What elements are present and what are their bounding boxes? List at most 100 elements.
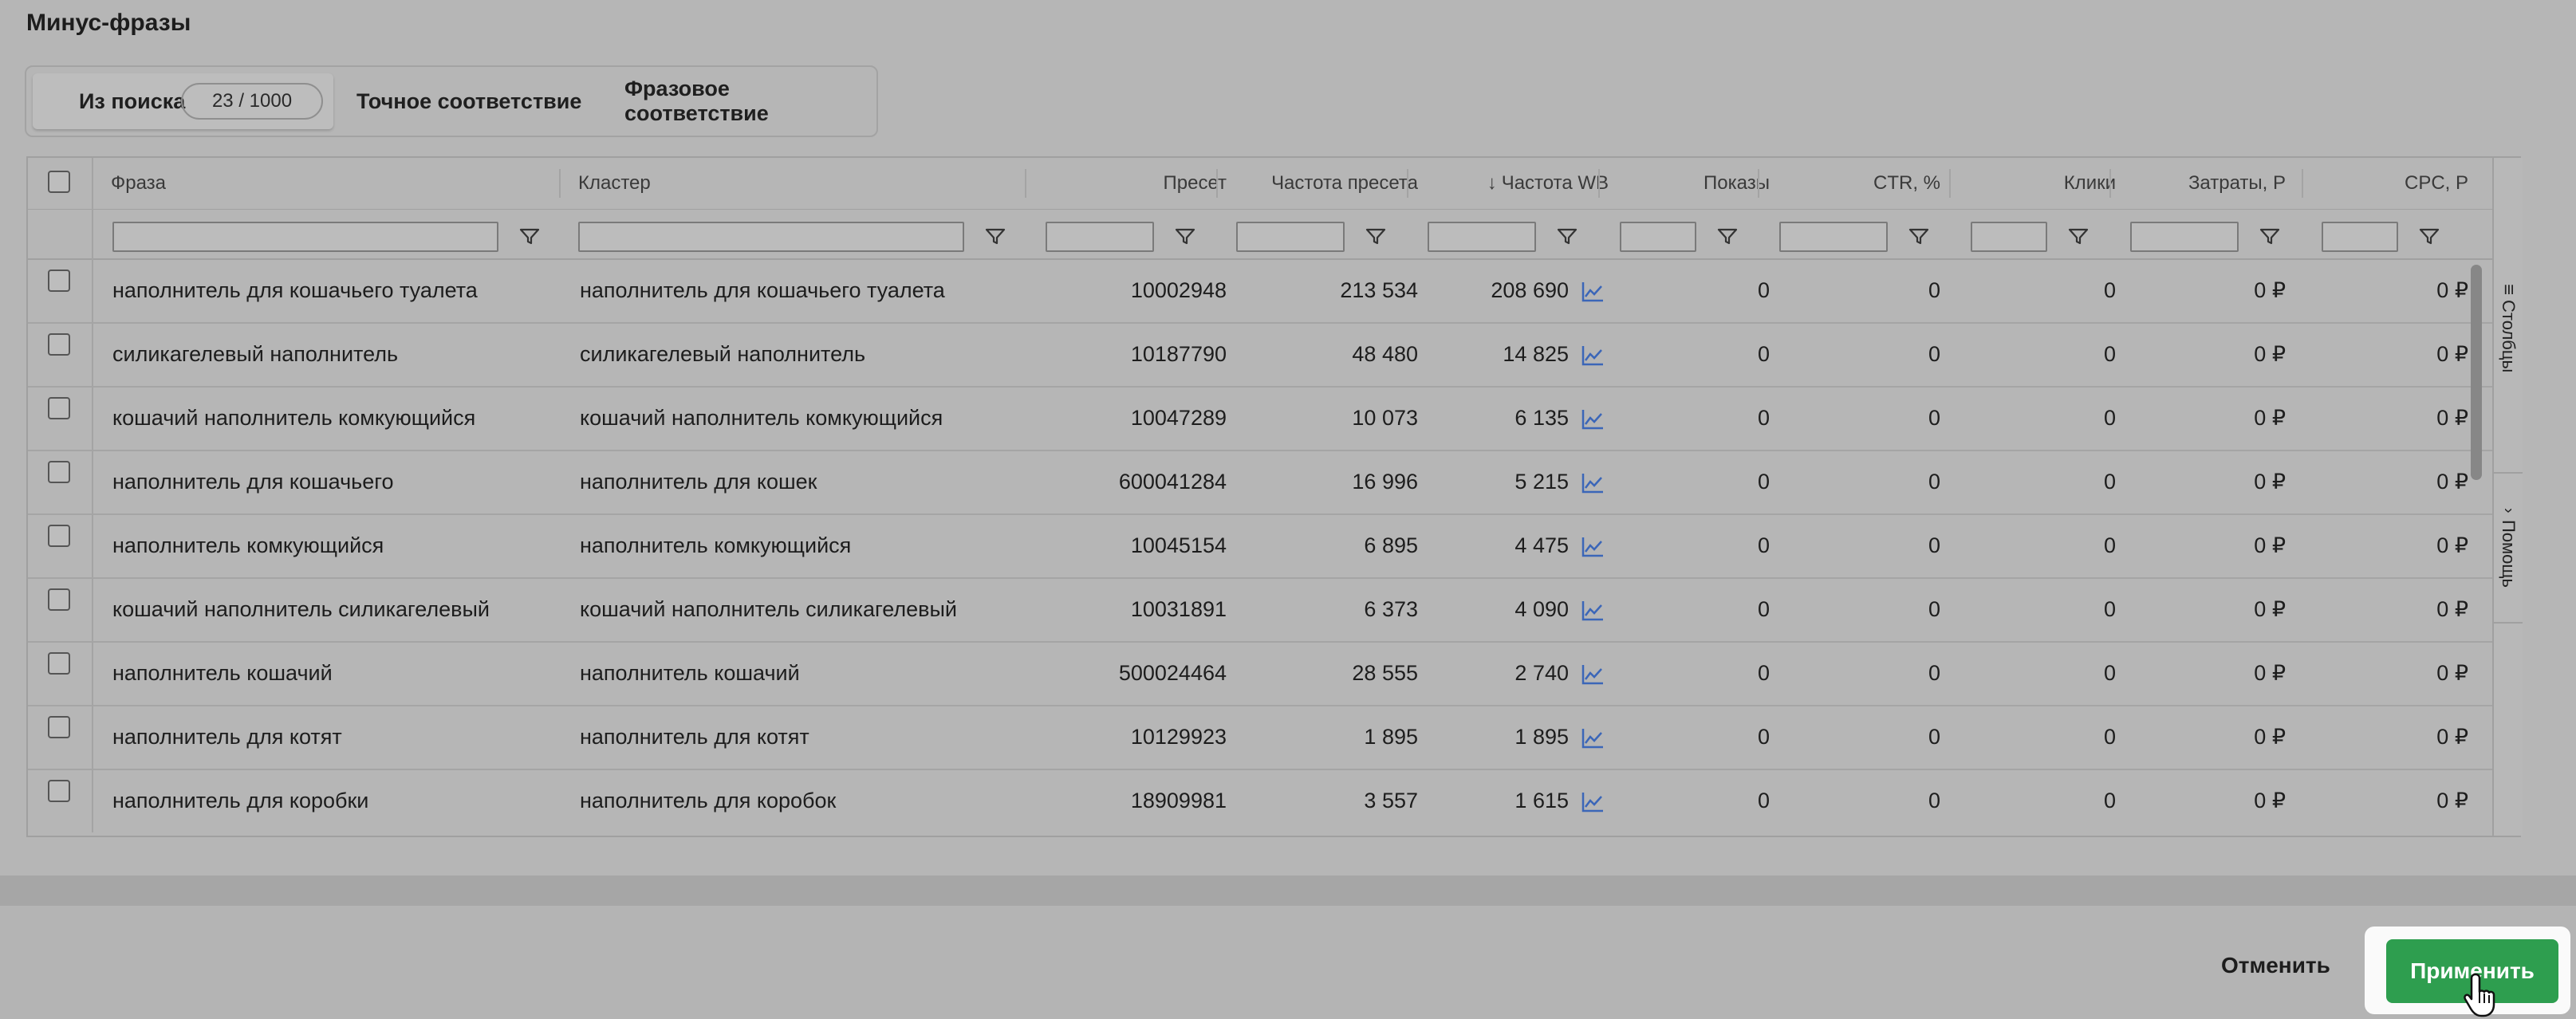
divider-strip — [0, 875, 2576, 906]
wb-frequency-cell: 2 740 — [1514, 660, 1569, 685]
cpc-cell: 0 ₽ — [2436, 724, 2468, 749]
table-row[interactable]: наполнитель комкующийся наполнитель комк… — [28, 513, 2492, 579]
tab-from-search-label: Из поиска — [79, 89, 186, 113]
row-checkbox[interactable] — [48, 652, 70, 675]
select-cell — [28, 450, 93, 513]
clicks-cell: 0 — [2103, 277, 2116, 302]
cpc-cell: 0 ₽ — [2436, 469, 2468, 494]
filter-icon[interactable] — [983, 226, 1007, 247]
filter-input-wb-frequency[interactable] — [1428, 222, 1536, 252]
header-preset-frequency[interactable]: Частота пресета — [1216, 158, 1418, 209]
header-cpc[interactable]: CPC, Р — [2302, 158, 2468, 209]
cancel-button[interactable]: Отменить — [2221, 953, 2330, 978]
header-preset[interactable]: Пресет — [1025, 158, 1227, 209]
tab-exact-match[interactable]: Точное соответствие — [356, 67, 581, 136]
cpc-cell: 0 ₽ — [2436, 277, 2468, 302]
table-row[interactable]: наполнитель для кошачьего туалета наполн… — [28, 258, 2492, 324]
chevron-icon: › — [2499, 508, 2518, 513]
costs-cell: 0 ₽ — [2254, 341, 2286, 366]
filter-icon[interactable] — [1715, 226, 1739, 247]
costs-cell: 0 ₽ — [2254, 724, 2286, 749]
filter-input-cpc[interactable] — [2322, 222, 2398, 252]
columns-icon: ≡ — [2498, 284, 2519, 296]
columns-panel-button[interactable]: ≡ Столбцы — [2494, 185, 2523, 474]
filter-icon[interactable] — [1364, 226, 1388, 247]
help-panel-button[interactable]: › Помощь — [2494, 474, 2523, 624]
row-checkbox[interactable] — [48, 461, 70, 483]
row-checkbox[interactable] — [48, 397, 70, 419]
filter-icon[interactable] — [1173, 226, 1197, 247]
select-all-checkbox[interactable] — [48, 171, 70, 193]
help-panel-button-inner: › Помощь — [2498, 508, 2519, 588]
row-checkbox[interactable] — [48, 716, 70, 738]
header-phrase[interactable]: Фраза — [111, 158, 166, 209]
filter-input-ctr[interactable] — [1779, 222, 1888, 252]
row-checkbox[interactable] — [48, 333, 70, 356]
phrase-cell: наполнитель для котят — [112, 724, 342, 749]
header-impressions[interactable]: Показы — [1598, 158, 1770, 209]
phrase-cell: наполнитель для кошачьего — [112, 469, 394, 494]
filter-icon[interactable] — [2066, 226, 2090, 247]
phrase-cell: наполнитель кошачий — [112, 660, 333, 685]
filter-input-impressions[interactable] — [1620, 222, 1696, 252]
row-checkbox[interactable] — [48, 588, 70, 611]
row-checkbox[interactable] — [48, 780, 70, 802]
phrase-cell: наполнитель комкующийся — [112, 533, 384, 557]
filter-icon[interactable] — [2258, 226, 2282, 247]
vertical-scrollbar[interactable] — [2471, 265, 2482, 480]
select-cell — [28, 769, 93, 832]
cpc-cell: 0 ₽ — [2436, 533, 2468, 557]
select-cell — [28, 513, 93, 577]
preset-cell: 10047289 — [1130, 405, 1227, 430]
filter-input-preset-frequency[interactable] — [1236, 222, 1345, 252]
filter-input-cluster[interactable] — [578, 222, 964, 252]
filter-icon[interactable] — [1907, 226, 1931, 247]
row-checkbox[interactable] — [48, 525, 70, 547]
header-clicks[interactable]: Клики — [1949, 158, 2116, 209]
impressions-cell: 0 — [1757, 277, 1770, 302]
filter-icon[interactable] — [1555, 226, 1579, 247]
clicks-cell: 0 — [2103, 788, 2116, 812]
costs-cell: 0 ₽ — [2254, 469, 2286, 494]
row-checkbox[interactable] — [48, 270, 70, 292]
page-title: Минус-фразы — [26, 10, 191, 36]
costs-cell: 0 ₽ — [2254, 788, 2286, 812]
select-cell — [28, 641, 93, 705]
ctr-cell: 0 — [1928, 277, 1940, 302]
preset-cell: 10129923 — [1130, 724, 1227, 749]
preset-cell: 500024464 — [1118, 660, 1227, 685]
cpc-cell: 0 ₽ — [2436, 405, 2468, 430]
ctr-cell: 0 — [1928, 660, 1940, 685]
costs-cell: 0 ₽ — [2254, 660, 2286, 685]
header-wb-frequency[interactable]: ↓ Частота WB — [1407, 158, 1609, 209]
filter-input-clicks[interactable] — [1971, 222, 2047, 252]
preset-frequency-cell: 48 480 — [1352, 341, 1418, 366]
cluster-cell: наполнитель для коробок — [580, 788, 837, 812]
filter-input-costs[interactable] — [2130, 222, 2239, 252]
header-cluster[interactable]: Кластер — [578, 158, 651, 209]
filter-input-phrase[interactable] — [112, 222, 498, 252]
table-row[interactable]: наполнитель для кошачьего наполнитель дл… — [28, 450, 2492, 515]
ctr-cell: 0 — [1928, 596, 1940, 621]
table-row[interactable]: наполнитель для коробки наполнитель для … — [28, 769, 2492, 832]
phrase-cell: силикагелевый наполнитель — [112, 341, 399, 366]
table-row[interactable]: наполнитель для котят наполнитель для ко… — [28, 705, 2492, 770]
filter-icon[interactable] — [2417, 226, 2441, 247]
table-row[interactable]: кошачий наполнитель силикагелевый кошачи… — [28, 577, 2492, 643]
filter-input-preset[interactable] — [1046, 222, 1154, 252]
table-row[interactable]: наполнитель кошачий наполнитель кошачий … — [28, 641, 2492, 706]
preset-frequency-cell: 3 557 — [1364, 788, 1418, 812]
tab-phrase-match[interactable]: Фразовое соответствие — [624, 67, 876, 136]
column-divider[interactable] — [559, 169, 561, 198]
table-row[interactable]: кошачий наполнитель комкующийся кошачий … — [28, 386, 2492, 451]
table-row[interactable]: силикагелевый наполнитель силикагелевый … — [28, 322, 2492, 388]
header-ctr[interactable]: CTR, % — [1758, 158, 1940, 209]
preset-cell: 10002948 — [1130, 277, 1227, 302]
preset-frequency-cell: 16 996 — [1352, 469, 1418, 494]
header-costs[interactable]: Затраты, Р — [2109, 158, 2286, 209]
phrases-table: Фраза Кластер Пресет Частота пресета ↓ Ч… — [26, 156, 2523, 837]
preset-cell: 10045154 — [1130, 533, 1227, 557]
tab-from-search[interactable]: Из поиска 23 / 1000 — [33, 73, 333, 129]
filter-icon[interactable] — [518, 226, 542, 247]
sort-down-arrow-icon: ↓ — [1487, 172, 1497, 194]
